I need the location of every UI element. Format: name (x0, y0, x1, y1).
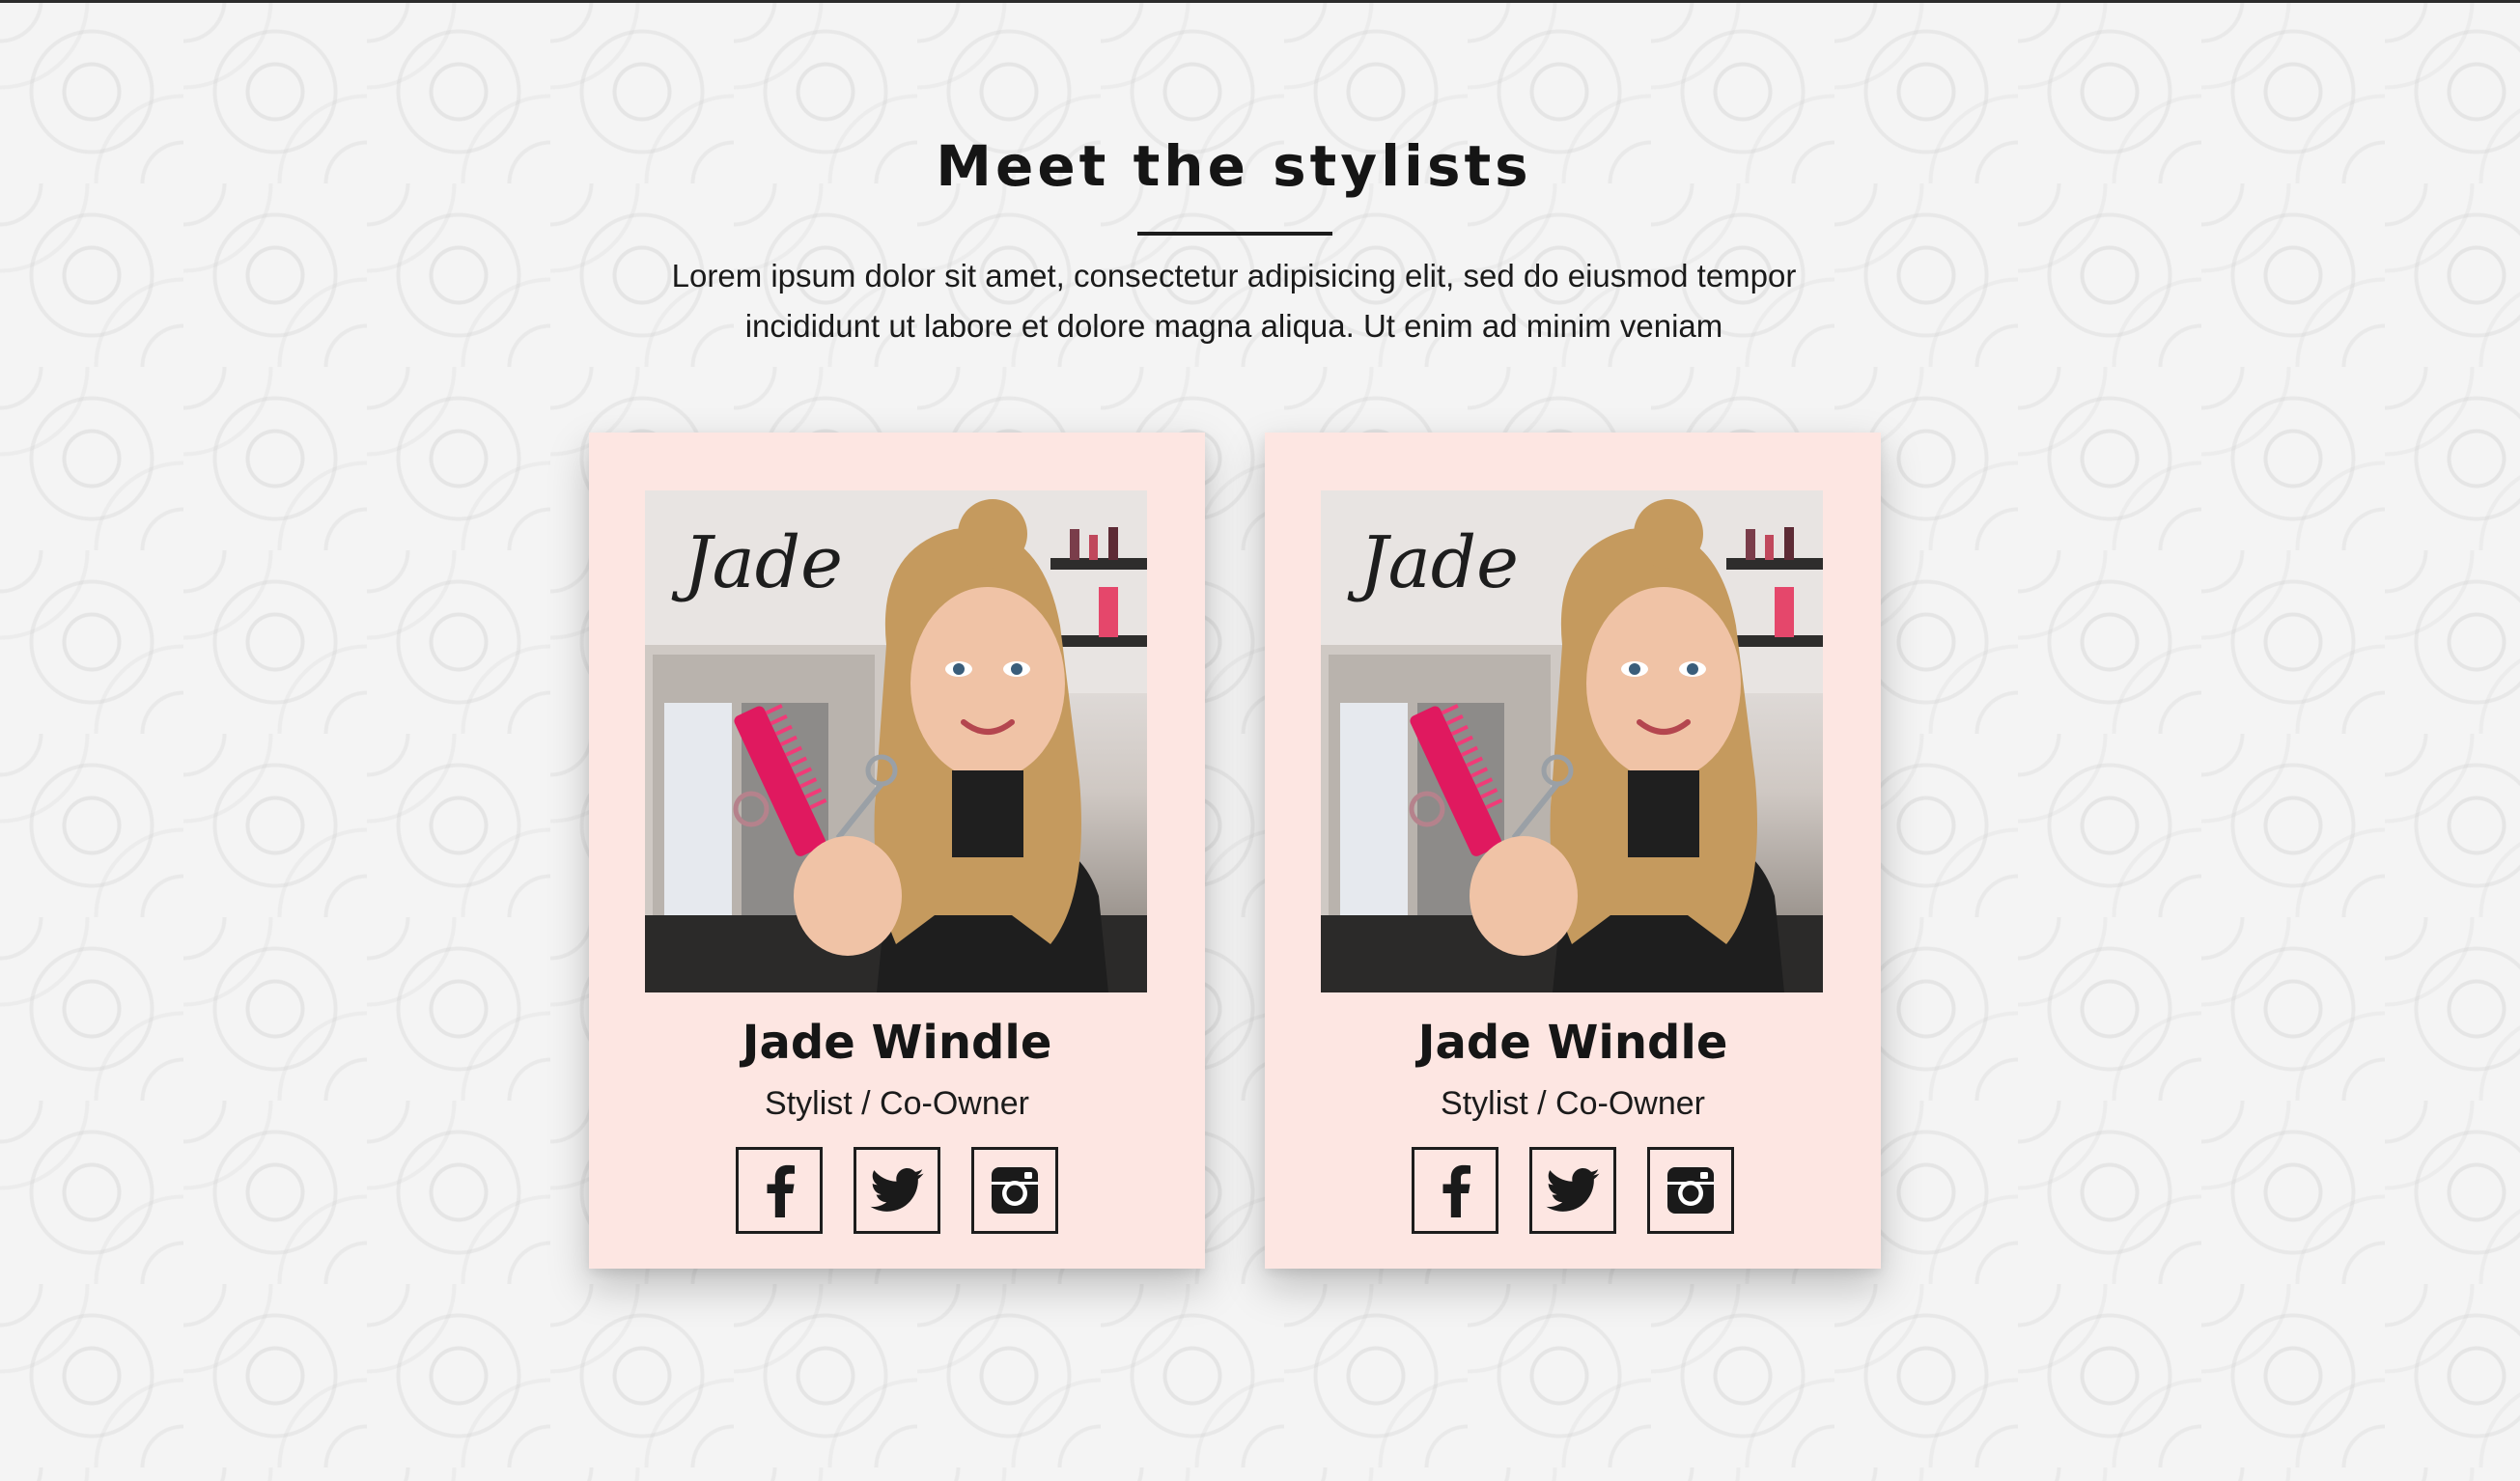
stylist-role: Stylist / Co-Owner (765, 1085, 1029, 1122)
social-links (1412, 1147, 1734, 1238)
section-intro: Lorem ipsum dolor sit amet, consectetur … (618, 251, 1850, 351)
instagram-icon (1667, 1167, 1714, 1214)
facebook-icon (767, 1164, 795, 1217)
intro-line-1: Lorem ipsum dolor sit amet, consectetur … (671, 258, 1797, 293)
twitter-icon (870, 1168, 924, 1212)
section-title: Meet the stylists (936, 133, 1532, 199)
salon-sign-text: Jade (1347, 521, 1519, 604)
social-links (736, 1147, 1058, 1238)
stylist-card: Jade Jade Windle Stylist / Co-Owner (589, 433, 1205, 1269)
twitter-button[interactable] (1529, 1147, 1616, 1234)
facebook-button[interactable] (1412, 1147, 1498, 1234)
instagram-button[interactable] (1647, 1147, 1734, 1234)
stylist-role: Stylist / Co-Owner (1441, 1085, 1705, 1122)
twitter-icon (1546, 1168, 1600, 1212)
salon-sign-text: Jade (671, 521, 843, 604)
facebook-icon (1442, 1164, 1470, 1217)
top-border (0, 0, 2520, 3)
stylist-card: Jade Jade Windle Stylist / Co-Owner (1265, 433, 1881, 1269)
twitter-button[interactable] (854, 1147, 940, 1234)
instagram-button[interactable] (971, 1147, 1058, 1234)
intro-line-2: incididunt ut labore et dolore magna ali… (744, 308, 1723, 344)
stylist-photo: Jade (1321, 490, 1823, 992)
stylist-name: Jade Windle (1417, 1016, 1728, 1070)
title-divider (1137, 232, 1332, 236)
facebook-button[interactable] (736, 1147, 823, 1234)
stylist-photo: Jade (645, 490, 1147, 992)
instagram-icon (992, 1167, 1038, 1214)
stylist-name: Jade Windle (742, 1016, 1052, 1070)
